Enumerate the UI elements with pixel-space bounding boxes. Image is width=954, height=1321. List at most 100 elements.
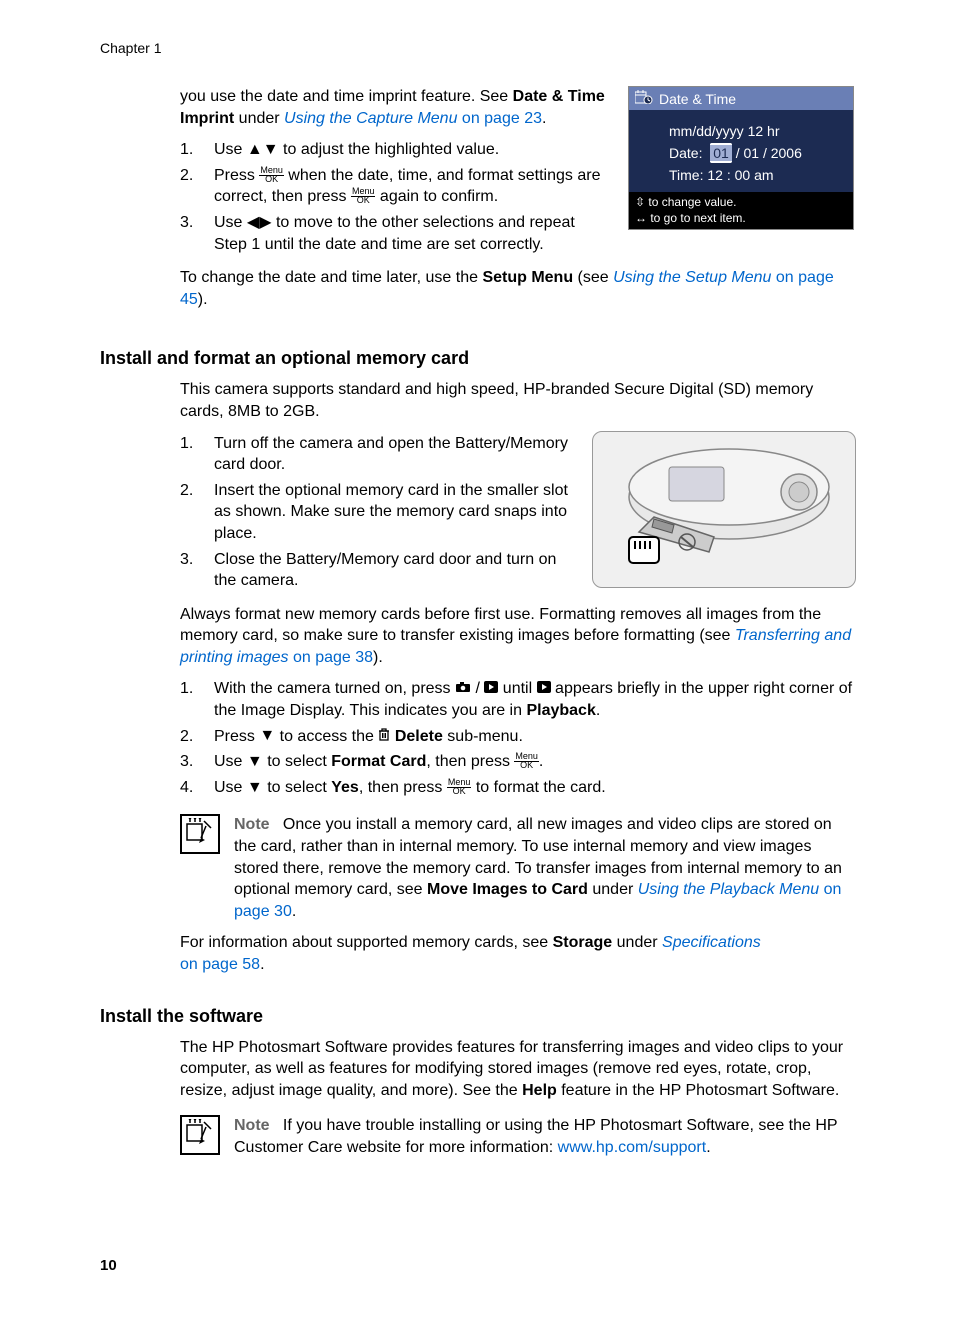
intro-link-pg: on page 23 <box>457 110 542 127</box>
sec2-intro: This camera supports standard and high s… <box>180 379 854 422</box>
link-capture-menu[interactable]: Using the Capture Menu on page 23 <box>284 110 542 127</box>
note-label: Note <box>234 1117 270 1134</box>
t: Use <box>214 214 247 231</box>
link-hp-support[interactable]: www.hp.com/support <box>558 1139 707 1156</box>
t: Help <box>522 1082 557 1099</box>
note-software: Note If you have trouble installing or u… <box>180 1115 854 1158</box>
t: OK <box>519 760 534 770</box>
down-arrow-icon: ▼ <box>247 780 263 796</box>
t: ). <box>373 649 383 666</box>
t: Close the Battery/Memory card door and t… <box>214 551 556 590</box>
t: Format Card <box>331 753 426 770</box>
t: . <box>539 753 543 770</box>
trash-icon <box>378 727 390 745</box>
menu-ok-icon: MenuOK <box>351 187 376 205</box>
sec2-list2: 1. With the camera turned on, press / un… <box>180 676 854 800</box>
t: under <box>612 934 662 951</box>
t: . <box>706 1139 710 1156</box>
t: Specifications <box>662 934 761 951</box>
calendar-clock-icon <box>635 90 653 107</box>
t: For information about supported memory c… <box>180 934 553 951</box>
note-icon <box>180 814 220 854</box>
down-arrow-icon: ▼ <box>247 754 263 770</box>
t: Playback <box>526 702 595 719</box>
heading-install-software: Install the software <box>100 1006 854 1027</box>
list-item: 4. Use ▼ to select Yes, then press MenuO… <box>180 775 854 801</box>
t: . <box>260 956 264 973</box>
t: until <box>498 680 536 697</box>
page-number: 10 <box>100 1257 117 1274</box>
list-item: 3.Close the Battery/Memory card door and… <box>180 547 576 594</box>
t: . <box>596 702 600 719</box>
sec3-para: The HP Photosmart Software provides feat… <box>180 1037 854 1102</box>
ok-text: OK <box>264 174 279 184</box>
list-item: 1. With the camera turned on, press / un… <box>180 676 854 723</box>
list-item: 3. Use ▼ to select Format Card, then pre… <box>180 749 854 775</box>
t: Press <box>214 167 259 184</box>
slash: / <box>471 680 484 697</box>
t: To change the date and time later, use t… <box>180 269 482 286</box>
t: to select <box>263 753 331 770</box>
t: Insert the optional memory card in the s… <box>214 482 568 542</box>
t: Turn off the camera and open the Battery… <box>214 435 568 474</box>
menu-ok-icon: MenuOK <box>259 166 284 184</box>
up-down-arrows-icon: ▲▼ <box>247 142 279 158</box>
t: Using the Setup Menu <box>613 269 771 286</box>
t: If you have trouble installing or using … <box>234 1117 837 1156</box>
camera-illustration <box>592 431 854 588</box>
playback-icon <box>537 681 551 697</box>
t: Always format new memory cards before fi… <box>180 606 821 645</box>
t: Use <box>214 779 247 796</box>
note-text: Note If you have trouble installing or u… <box>234 1115 854 1158</box>
list-item: 2. Press MenuOK when the date, time, and… <box>180 163 854 210</box>
t: to select <box>263 779 331 796</box>
sec2-block: This camera supports standard and high s… <box>180 379 854 975</box>
content-block: Date & Time mm/dd/yyyy 12 hr Date: 01 / … <box>180 86 854 318</box>
left-right-arrows-icon: ◀▶ <box>247 215 272 231</box>
dt-after-para: To change the date and time later, use t… <box>180 267 854 310</box>
list-item: 2.Insert the optional memory card in the… <box>180 478 576 547</box>
t: Yes <box>331 779 359 796</box>
t: under <box>588 881 638 898</box>
down-arrow-icon: ▼ <box>259 728 275 744</box>
t: (see <box>573 269 613 286</box>
t: sub-menu. <box>443 728 523 745</box>
t: to access the <box>275 728 378 745</box>
t: to adjust the highlighted value. <box>279 141 500 158</box>
t: Delete <box>395 728 443 745</box>
t: Press <box>214 728 259 745</box>
note-memory-card: Note Once you install a memory card, all… <box>180 814 854 922</box>
t: on page 58 <box>180 956 260 973</box>
t: again to confirm. <box>375 188 498 205</box>
heading-install-memory-card: Install and format an optional memory ca… <box>100 348 854 369</box>
t: OK <box>452 786 467 796</box>
t: , then press <box>359 779 447 796</box>
note-text: Note Once you install a memory card, all… <box>234 814 854 922</box>
intro-c: . <box>542 110 546 127</box>
t: . <box>292 903 296 920</box>
t: With the camera turned on, press <box>214 680 455 697</box>
t: Use <box>214 141 247 158</box>
page-container: Chapter 1 <box>0 0 954 1300</box>
sec3-block: The HP Photosmart Software provides feat… <box>180 1037 854 1159</box>
list-item: 1. Use ▲▼ to adjust the highlighted valu… <box>180 137 854 163</box>
dt-screen-header: Date & Time <box>629 87 853 110</box>
t: Using the Playback Menu <box>638 881 819 898</box>
list-item: 3. Use ◀▶ to move to the other selection… <box>180 210 854 257</box>
note-icon <box>180 1115 220 1155</box>
t: feature in the HP Photosmart Software. <box>557 1082 840 1099</box>
t: Storage <box>553 934 613 951</box>
t: , then press <box>426 753 514 770</box>
intro-a: you use the date and time imprint featur… <box>180 88 513 105</box>
t: on page 38 <box>289 649 374 666</box>
sec2-list1: 1.Turn off the camera and open the Batte… <box>180 431 576 594</box>
playback-icon <box>484 681 498 697</box>
intro-link-text: Using the Capture Menu <box>284 110 457 127</box>
intro-b: under <box>234 110 284 127</box>
dt-steps-list: 1. Use ▲▼ to adjust the highlighted valu… <box>180 137 854 257</box>
note-label: Note <box>234 816 270 833</box>
ok-text: OK <box>356 195 371 205</box>
menu-ok-icon: MenuOK <box>514 752 539 770</box>
t: ). <box>198 291 208 308</box>
sec2-para3: For information about supported memory c… <box>180 932 854 975</box>
